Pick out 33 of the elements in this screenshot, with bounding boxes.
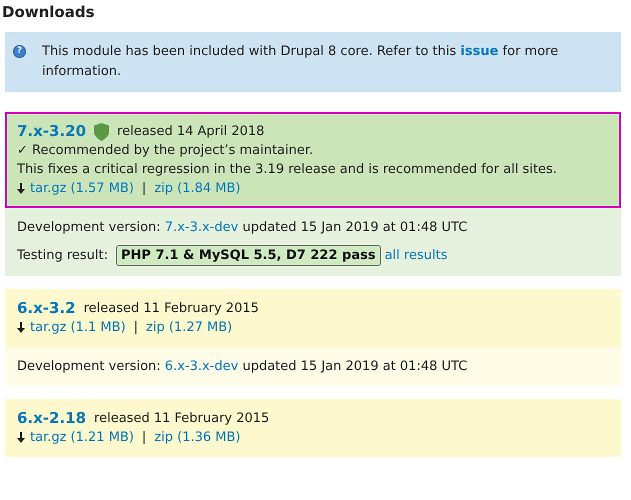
download-icon bbox=[17, 322, 25, 333]
issue-link[interactable]: issue bbox=[460, 44, 498, 59]
download-link[interactable]: tar.gz (1.1 MB) bbox=[30, 318, 126, 337]
download-link[interactable]: zip (1.36 MB) bbox=[154, 428, 240, 447]
version-link[interactable]: 6.x-3.2 bbox=[17, 299, 76, 318]
download-icon bbox=[17, 432, 25, 443]
download-link[interactable]: tar.gz (1.21 MB) bbox=[30, 428, 134, 447]
release-date: released 11 February 2015 bbox=[84, 300, 259, 318]
recommended-note: ✓ Recommended by the project’s maintainer. bbox=[17, 142, 314, 160]
test-result-badge: PHP 7.1 & MySQL 5.5, D7 222 pass bbox=[116, 245, 381, 266]
dev-label: Development version: bbox=[17, 220, 161, 235]
all-results-link[interactable]: all results bbox=[384, 246, 448, 265]
dev-version-link[interactable]: 6.x-3.x-dev bbox=[164, 359, 238, 374]
help-icon: ? bbox=[13, 45, 26, 58]
notice-text: This module has been included with Drupal 8 core. Refer to this issue for more information. bbox=[42, 43, 560, 81]
download-link[interactable]: tar.gz (1.57 MB) bbox=[30, 179, 134, 198]
page-heading: Downloads bbox=[2, 2, 96, 22]
dev-version-link[interactable]: 7.x-3.x-dev bbox=[164, 220, 238, 235]
download-link[interactable]: zip (1.27 MB) bbox=[146, 318, 232, 337]
download-icon bbox=[17, 183, 25, 194]
dev-updated: updated 15 Jan 2019 at 01:48 UTC bbox=[242, 220, 468, 235]
release-date: released 14 April 2018 bbox=[117, 123, 264, 141]
separator: | bbox=[142, 180, 146, 198]
separator: | bbox=[142, 429, 146, 447]
download-link[interactable]: zip (1.84 MB) bbox=[154, 179, 240, 198]
dev-updated: updated 15 Jan 2019 at 01:48 UTC bbox=[242, 359, 468, 374]
dev-label: Development version: bbox=[17, 359, 161, 374]
release-description: This fixes a critical regression in the 3.19 release and is recommended for all sites. bbox=[17, 161, 558, 179]
separator: | bbox=[134, 319, 138, 337]
version-link[interactable]: 6.x-2.18 bbox=[17, 409, 86, 428]
version-link[interactable]: 7.x-3.20 bbox=[17, 122, 86, 141]
release-date: released 11 February 2015 bbox=[94, 410, 270, 428]
testing-label: Testing result: bbox=[17, 247, 108, 265]
